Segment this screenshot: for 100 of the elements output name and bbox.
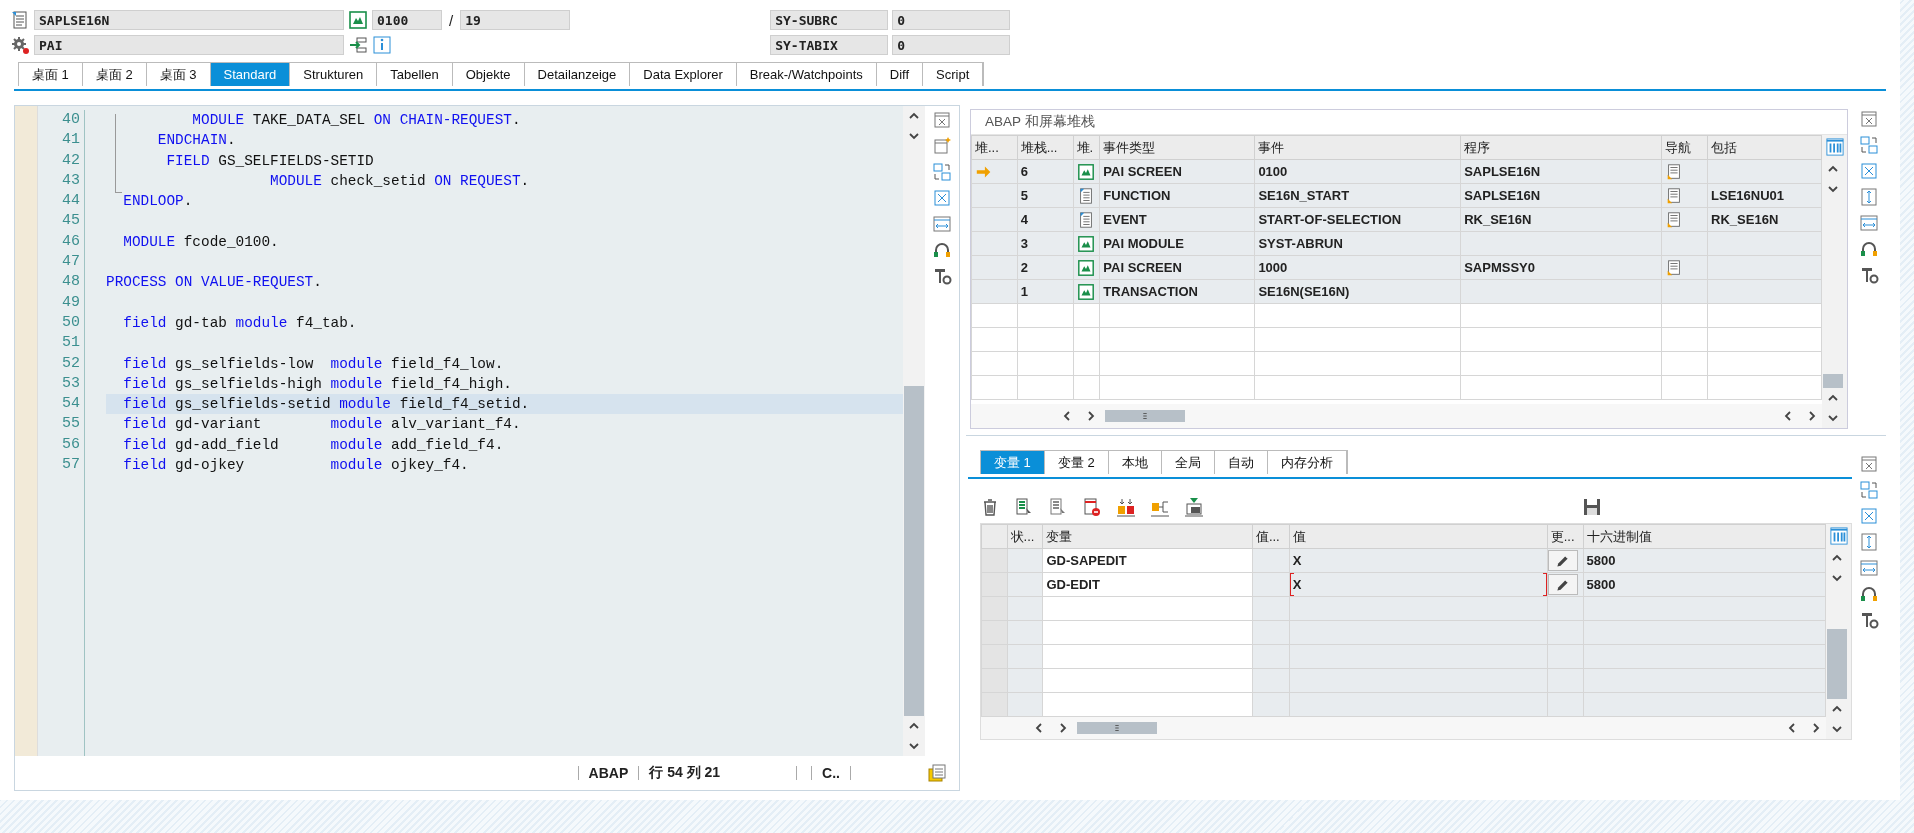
columns-icon[interactable] — [1829, 527, 1848, 545]
list-icon[interactable] — [1014, 497, 1034, 517]
headset-icon[interactable] — [932, 240, 952, 260]
notes-icon[interactable] — [927, 763, 947, 783]
remove-icon[interactable] — [1082, 497, 1102, 517]
line-number: 49 — [61, 292, 80, 313]
table-cell: TRANSACTION — [1099, 279, 1255, 304]
scroll-thumb[interactable] — [1823, 374, 1843, 388]
column-header[interactable]: 事件 — [1254, 135, 1461, 160]
column-header[interactable]: 值... — [1252, 524, 1290, 549]
headset-icon[interactable] — [1859, 239, 1879, 259]
screen-icon — [1076, 162, 1095, 181]
chevron-down-icon — [1831, 572, 1843, 584]
table-cell: X — [1289, 572, 1548, 597]
line-number: 54 — [61, 394, 80, 415]
chevron-right-icon — [1057, 722, 1069, 734]
column-header[interactable]: 变量 — [1043, 524, 1253, 549]
tools-icon[interactable] — [932, 266, 952, 286]
close-panel-icon[interactable] — [1859, 109, 1879, 129]
table-cell: PAI SCREEN — [1099, 159, 1255, 184]
table-cell: PAI SCREEN — [1099, 255, 1255, 280]
screen-field[interactable]: 0100 — [372, 10, 442, 30]
line-number: 43 — [61, 170, 80, 191]
swap-icon[interactable] — [1859, 135, 1879, 155]
tools-icon[interactable] — [1859, 610, 1879, 630]
column-header[interactable]: 十六进制值 — [1583, 524, 1826, 549]
line-number: 52 — [61, 353, 80, 374]
line-number: 44 — [61, 191, 80, 212]
list-icon[interactable] — [1048, 497, 1068, 517]
event-field[interactable]: PAI — [34, 35, 344, 55]
expand-width-icon[interactable] — [1859, 558, 1879, 578]
table-cell: RK_SE16N — [1707, 207, 1822, 232]
expand-width-icon[interactable] — [932, 214, 952, 234]
chevron-right-icon — [1806, 410, 1818, 422]
chevron-right-icon — [1810, 722, 1822, 734]
line-number: 53 — [61, 373, 80, 394]
table-cell: START-OF-SELECTION — [1254, 207, 1461, 232]
column-header[interactable]: 堆栈... — [1017, 135, 1073, 160]
column-header[interactable]: 程序 — [1460, 135, 1662, 160]
line-number: 55 — [61, 414, 80, 435]
expand-height-icon[interactable] — [1859, 532, 1879, 552]
scroll-thumb[interactable] — [1105, 410, 1185, 422]
line-number: 47 — [61, 252, 80, 273]
scroll-thumb[interactable] — [1077, 722, 1157, 734]
column-header[interactable]: 事件类型 — [1099, 135, 1255, 160]
column-header[interactable]: 包括 — [1707, 135, 1822, 160]
expand-height-icon[interactable] — [1859, 187, 1879, 207]
close-panel-icon[interactable] — [1859, 454, 1879, 474]
column-header[interactable]: 值 — [1289, 524, 1548, 549]
save-icon[interactable] — [1582, 497, 1602, 517]
table-cell: 1000 — [1254, 255, 1461, 280]
info-icon[interactable] — [372, 35, 392, 55]
table-cell: SAPLSE16N — [1460, 183, 1662, 208]
group-icon[interactable] — [1116, 497, 1136, 517]
headset-icon[interactable] — [1859, 584, 1879, 604]
maximize-icon[interactable] — [1859, 506, 1879, 526]
code-line: field gs_selfields-low module field_f4_low. — [122, 354, 505, 374]
tab[interactable]: 变量 1 — [981, 451, 1045, 474]
column-header[interactable]: 更... — [1547, 524, 1584, 549]
column-header[interactable]: 状... — [1007, 524, 1043, 549]
table-cell: 5800 — [1583, 548, 1826, 573]
maximize-icon[interactable] — [932, 188, 952, 208]
column-header[interactable]: 堆. — [1073, 135, 1100, 160]
line-field[interactable]: 19 — [460, 10, 571, 30]
columns-icon[interactable] — [1825, 138, 1844, 156]
line-number: 48 — [61, 272, 80, 293]
close-panel-icon[interactable] — [932, 110, 952, 130]
line-number: 41 — [61, 130, 80, 151]
table-cell: SAPMSSY0 — [1460, 255, 1662, 280]
expand-width-icon[interactable] — [1859, 213, 1879, 233]
code-line: ENDLOOP. — [122, 192, 194, 212]
tab[interactable]: Standard — [210, 63, 291, 86]
code-line: MODULE fcode_0100. — [122, 232, 280, 252]
edit-button[interactable] — [1547, 574, 1578, 595]
swap-icon[interactable] — [1859, 480, 1879, 500]
column-header[interactable]: 导航 — [1661, 135, 1708, 160]
chevron-down-icon — [908, 130, 920, 142]
chevron-down-icon — [1831, 723, 1843, 735]
table-cell: RK_SE16N — [1460, 207, 1662, 232]
tools-icon[interactable] — [1859, 265, 1879, 285]
maximize-icon[interactable] — [1859, 161, 1879, 181]
edit-button[interactable] — [1547, 550, 1578, 571]
program-field[interactable]: SAPLSE16N — [34, 10, 344, 30]
field-label: SY-SUBRC — [770, 10, 889, 30]
swap-icon[interactable] — [932, 162, 952, 182]
column-header[interactable]: 堆... — [971, 135, 1018, 160]
line-number: 46 — [61, 231, 80, 252]
table-cell: FUNCTION — [1099, 183, 1255, 208]
import-icon[interactable] — [1184, 497, 1204, 517]
code-line: field gd-add_field module add_field_f4. — [122, 435, 505, 455]
code-line: FIELD GS_SELFIELDS-SETID — [165, 151, 375, 171]
code-line: field gd-tab module f4_tab. — [122, 313, 358, 333]
line-number: 50 — [61, 312, 80, 333]
scroll-thumb[interactable] — [1827, 629, 1847, 699]
scrollbar[interactable] — [903, 106, 925, 756]
flow-icon[interactable] — [348, 35, 368, 55]
scroll-thumb[interactable] — [904, 386, 924, 716]
screen-icon[interactable] — [348, 10, 368, 30]
table-cell: 5800 — [1583, 572, 1826, 597]
document-icon — [10, 10, 30, 30]
